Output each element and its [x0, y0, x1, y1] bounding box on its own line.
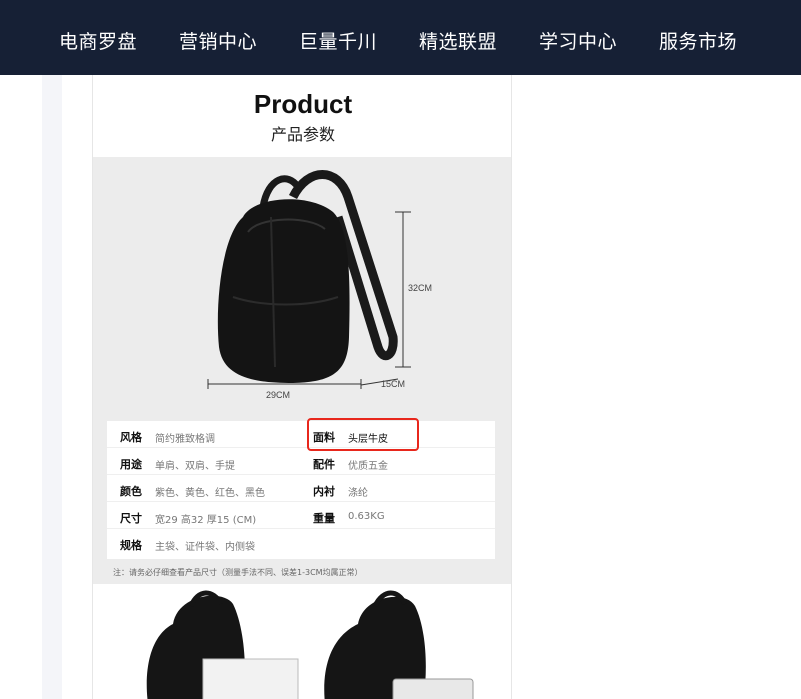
nav-item-qianchuan[interactable]: 巨量千川: [299, 27, 377, 54]
spec-value: 宽29 高32 厚15 (CM): [155, 515, 257, 526]
spec-label: 尺寸: [120, 512, 142, 525]
nav-item-learning-center[interactable]: 学习中心: [539, 27, 617, 54]
backpack-illustration: [207, 170, 411, 389]
spec-row: 用途 单肩、双肩、手提 配件 优质五金: [107, 448, 495, 475]
nav-item-affiliate-alliance[interactable]: 精选联盟: [419, 27, 497, 54]
spec-row: 尺寸 宽29 高32 厚15 (CM) 重量 0.63KG: [107, 502, 495, 529]
spec-row: 颜色 紫色、黄色、红色、黑色 内衬 涤纶: [107, 475, 495, 502]
width-dimension-label: 29CM: [266, 390, 291, 400]
depth-dimension-label: 15CM: [381, 379, 406, 389]
fabric-highlight-box: [307, 418, 419, 451]
spec-label: 用途: [120, 458, 142, 471]
product-photo-area: 32CM 29CM 15CM 风格 简约雅致格调 面料 头层牛皮 用途 单肩、双…: [93, 157, 511, 584]
height-dimension-label: 32CM: [408, 283, 433, 293]
product-gallery-preview: [93, 584, 511, 699]
spec-label: 风格: [120, 431, 142, 444]
spec-row: 风格 简约雅致格调 面料 头层牛皮: [107, 421, 495, 448]
spec-value: 0.63KG: [348, 511, 385, 522]
spec-value: 紫色、黄色、红色、黑色: [155, 488, 265, 499]
spec-value: 简约雅致格调: [155, 434, 215, 445]
spec-label: 颜色: [120, 485, 142, 498]
spec-label: 重量: [313, 512, 335, 525]
spec-value: 单肩、双肩、手提: [155, 461, 235, 472]
product-detail-image: Product 产品参数 32CM 29CM 15CM 风格 简约雅致格调 面料: [92, 75, 512, 699]
product-title: Product: [253, 89, 353, 119]
nav-item-ecommerce-compass[interactable]: 电商罗盘: [59, 27, 137, 54]
product-spec-table: 风格 简约雅致格调 面料 头层牛皮 用途 单肩、双肩、手提 配件 优质五金 颜色…: [107, 421, 495, 559]
size-note: 注：请务必仔细查看产品尺寸（测量手法不同、误差1-3CM均属正常）: [113, 568, 363, 577]
nav-item-marketing-center[interactable]: 营销中心: [179, 27, 257, 54]
spec-label: 规格: [120, 539, 142, 552]
gallery-backpack-images: [146, 590, 474, 699]
spec-value: 涤纶: [348, 488, 368, 499]
product-subtitle: 产品参数: [270, 125, 335, 144]
spec-value: 主袋、证件袋、内侧袋: [155, 542, 255, 553]
nav-item-service-market[interactable]: 服务市场: [659, 27, 737, 54]
spec-label: 内衬: [313, 485, 335, 498]
top-navigation-bar: 电商罗盘 营销中心 巨量千川 精选联盟 学习中心 服务市场: [0, 0, 801, 75]
spec-row: 规格 主袋、证件袋、内侧袋: [107, 529, 495, 556]
left-sidebar-strip: [42, 75, 62, 699]
spec-value: 优质五金: [348, 461, 388, 472]
spec-label: 配件: [313, 458, 335, 471]
